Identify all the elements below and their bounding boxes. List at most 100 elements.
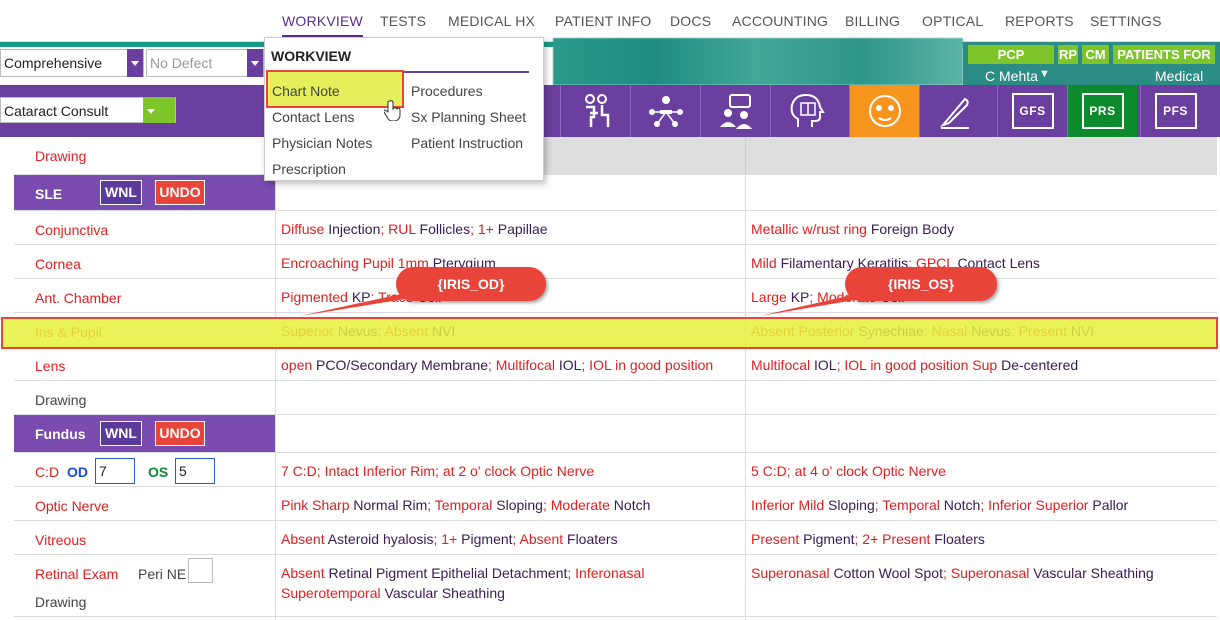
table-row: Drawing bbox=[14, 137, 1217, 175]
iris-os-callout: {IRIS_OS} bbox=[845, 267, 997, 301]
os-findings[interactable]: Present Pigment; 2+ Present Floaters bbox=[746, 521, 1217, 554]
finding-modifier: ; Temporal bbox=[874, 497, 944, 513]
row-label[interactable]: Cornea bbox=[14, 245, 276, 278]
nav-accounting[interactable]: ACCOUNTING bbox=[732, 13, 828, 29]
row-label[interactable]: Optic Nerve bbox=[14, 487, 276, 520]
od-findings[interactable]: Absent Asteroid hyalosis; 1+ Pigment; Ab… bbox=[276, 521, 746, 554]
finding-term: PCO/Secondary Membrane bbox=[316, 357, 489, 373]
menu-item-chart-note[interactable]: Chart Note bbox=[272, 83, 340, 99]
finding-modifier: Pink Sharp bbox=[281, 497, 354, 513]
finding-term: Retinal Pigment Epithelial Detachment bbox=[328, 565, 568, 581]
cd-od-input[interactable]: 7 bbox=[95, 458, 135, 484]
head-book-icon[interactable] bbox=[770, 85, 840, 137]
row-label[interactable]: Vitreous bbox=[14, 521, 276, 554]
finding-term: Cotton Wool Spot bbox=[833, 565, 943, 581]
fundus-undo-button[interactable]: UNDO bbox=[155, 421, 205, 446]
finding-modifier: ; Absent bbox=[512, 531, 568, 547]
gfs-button[interactable]: GFS bbox=[997, 85, 1067, 137]
row-label-text: Vitreous bbox=[35, 532, 87, 548]
peri-ne-checkbox[interactable] bbox=[188, 558, 213, 583]
finding-modifier: 5 C:D; at 4 o' clock Optic Nerve bbox=[751, 463, 946, 479]
sle-title: SLE bbox=[14, 175, 276, 210]
prs-button[interactable]: PRS bbox=[1067, 85, 1137, 137]
od-cell bbox=[276, 415, 746, 452]
nav-medical-hx[interactable]: MEDICAL HX bbox=[448, 13, 535, 29]
row-label[interactable]: Lens bbox=[14, 347, 276, 380]
finding-term: Follicles bbox=[419, 221, 471, 237]
network-icon[interactable] bbox=[630, 85, 700, 137]
nav-tests[interactable]: TESTS bbox=[380, 13, 426, 29]
pcp-button[interactable]: PCP bbox=[968, 45, 1054, 64]
gfs-label: GFS bbox=[1011, 93, 1054, 129]
menu-item-prescription[interactable]: Prescription bbox=[272, 161, 346, 177]
patients-forms-button[interactable]: PATIENTS FOR bbox=[1113, 45, 1215, 64]
finding-modifier: Diffuse bbox=[281, 221, 329, 237]
sle-undo-button[interactable]: UNDO bbox=[155, 180, 205, 205]
finding-modifier: ; 2+ Present bbox=[854, 531, 935, 547]
exam-type-select[interactable]: Comprehensive bbox=[0, 49, 144, 77]
finding-modifier: Multifocal bbox=[751, 357, 815, 373]
cm-button[interactable]: CM bbox=[1082, 45, 1109, 64]
os-findings[interactable]: Multifocal IOL; IOL in good position Sup… bbox=[746, 347, 1217, 380]
finding-term: Pallor bbox=[1092, 497, 1129, 513]
os-findings[interactable]: Inferior Mild Sloping; Temporal Notch; I… bbox=[746, 487, 1217, 520]
os-findings[interactable]: Metallic w/rust ring Foreign Body bbox=[746, 211, 1217, 244]
nav-billing[interactable]: BILLING bbox=[845, 13, 900, 29]
finding-term: Notch bbox=[943, 497, 981, 513]
menu-item-procedures[interactable]: Procedures bbox=[411, 83, 483, 99]
consult-icon[interactable] bbox=[700, 85, 770, 137]
finding-term: IOL bbox=[814, 357, 837, 373]
exam-type-value: Comprehensive bbox=[4, 55, 103, 71]
menu-item-patient-instruction[interactable]: Patient Instruction bbox=[411, 135, 523, 151]
row-label[interactable]: Conjunctiva bbox=[14, 211, 276, 244]
face-icon[interactable] bbox=[849, 85, 919, 137]
finding-term: KP bbox=[790, 289, 810, 305]
top-navigation: WORKVIEW TESTS MEDICAL HX PATIENT INFO D… bbox=[0, 0, 1220, 42]
od-findings[interactable]: Pink Sharp Normal Rim; Temporal Sloping;… bbox=[276, 487, 746, 520]
nav-settings[interactable]: SETTINGS bbox=[1090, 13, 1162, 29]
finding-modifier: ; Inferior Superior bbox=[980, 497, 1093, 513]
provider-name[interactable]: C Mehta bbox=[985, 68, 1038, 84]
visit-template-value: Cataract Consult bbox=[4, 103, 109, 119]
menu-item-sx-planning-sheet[interactable]: Sx Planning Sheet bbox=[411, 109, 526, 125]
finding-modifier: Absent bbox=[281, 565, 329, 581]
patient-exam-icon[interactable] bbox=[560, 85, 630, 137]
fundus-title: Fundus bbox=[14, 415, 276, 452]
finding-term: Pigment bbox=[803, 531, 855, 547]
nav-docs[interactable]: DOCS bbox=[670, 13, 711, 29]
od-findings[interactable]: open PCO/Secondary Membrane; Multifocal … bbox=[276, 347, 746, 380]
nav-workview[interactable]: WORKVIEW bbox=[282, 13, 363, 37]
od-findings[interactable]: Diffuse Injection; RUL Follicles; 1+ Pap… bbox=[276, 211, 746, 244]
rp-button[interactable]: RP bbox=[1058, 45, 1078, 64]
table-row: Drawing bbox=[14, 381, 1217, 415]
pfs-button[interactable]: PFS bbox=[1140, 85, 1210, 137]
finding-modifier: Present bbox=[751, 531, 804, 547]
hand-cursor-icon bbox=[384, 100, 401, 121]
row-label[interactable]: Ant. Chamber bbox=[14, 279, 276, 312]
nav-patient-info[interactable]: PATIENT INFO bbox=[555, 13, 652, 29]
nav-optical[interactable]: OPTICAL bbox=[922, 13, 983, 29]
menu-item-physician-notes[interactable]: Physician Notes bbox=[272, 135, 372, 151]
drawing-label[interactable]: Drawing bbox=[14, 137, 276, 174]
menu-title: WORKVIEW bbox=[271, 48, 352, 64]
cd-od-findings[interactable]: 7 C:D; Intact Inferior Rim; at 2 o' cloc… bbox=[276, 453, 746, 486]
finding-term: Foreign Body bbox=[870, 221, 955, 237]
finding-modifier: Large bbox=[751, 289, 791, 305]
menu-item-contact-lens[interactable]: Contact Lens bbox=[272, 109, 355, 125]
drawing-label[interactable]: Drawing bbox=[14, 583, 276, 620]
nav-reports[interactable]: REPORTS bbox=[1005, 13, 1074, 29]
defect-select[interactable]: No Defect bbox=[146, 49, 264, 77]
scalpel-icon[interactable] bbox=[919, 85, 989, 137]
finding-modifier: ; IOL in good position bbox=[581, 357, 714, 373]
finding-modifier: Inferior Mild bbox=[751, 497, 829, 513]
cd-os-findings[interactable]: 5 C:D; at 4 o' clock Optic Nerve bbox=[746, 453, 1217, 486]
fundus-wnl-button[interactable]: WNL bbox=[100, 421, 142, 446]
cd-os-input[interactable]: 5 bbox=[175, 458, 215, 484]
drawing-label[interactable]: Drawing bbox=[14, 381, 276, 414]
visit-template-select[interactable]: Cataract Consult bbox=[0, 97, 176, 123]
finding-modifier: Absent bbox=[281, 531, 328, 547]
sle-wnl-button[interactable]: WNL bbox=[100, 180, 142, 205]
chevron-down-icon[interactable]: ▼ bbox=[1039, 68, 1050, 80]
finding-modifier: Mild bbox=[751, 255, 781, 271]
finding-modifier: ; 1+ bbox=[470, 221, 498, 237]
